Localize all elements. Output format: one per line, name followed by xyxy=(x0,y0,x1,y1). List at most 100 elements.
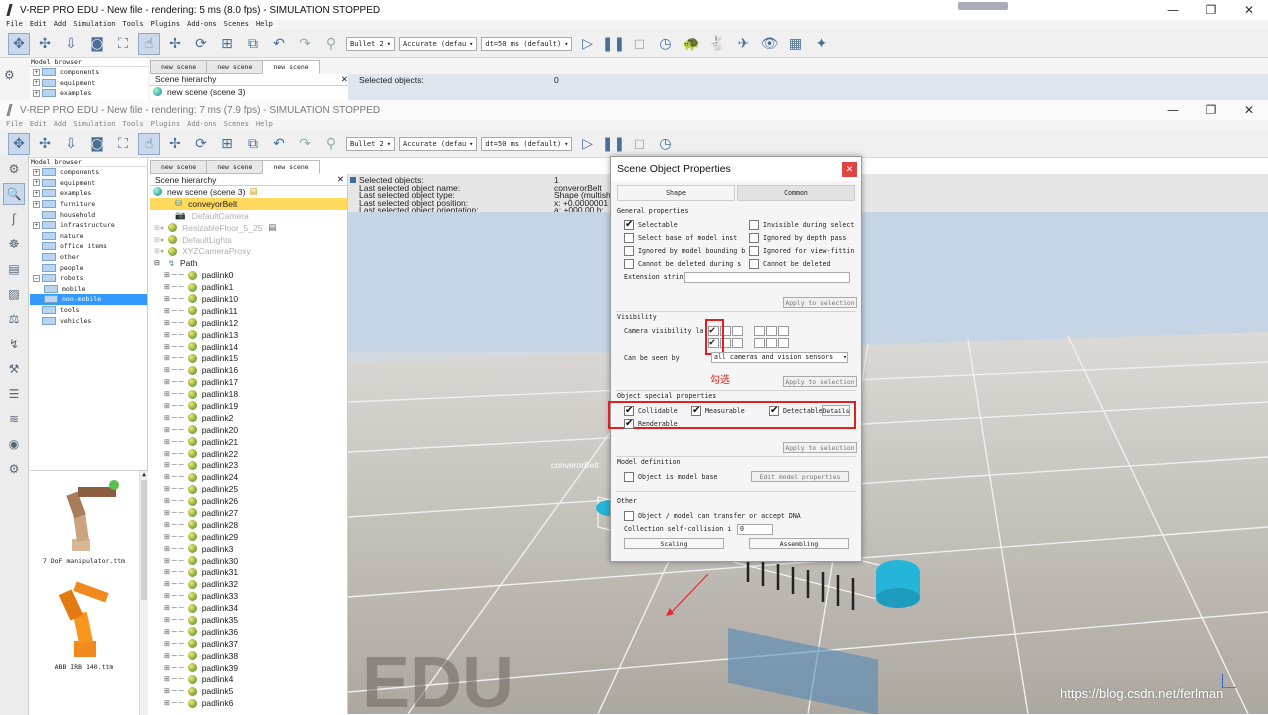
click-select-icon[interactable]: ☝ xyxy=(138,32,160,55)
faster-icon[interactable]: 🐇 xyxy=(706,33,728,55)
hierarchy-padlink[interactable]: ⊞ ─ ─ padlink12 xyxy=(150,317,347,329)
menu-simulation[interactable]: Simulation xyxy=(73,20,115,30)
hierarchy-padlink[interactable]: ⊞ ─ ─ padlink1 xyxy=(150,281,347,293)
hierarchy-padlink[interactable]: ⊞ ─ ─ padlink6 xyxy=(150,697,347,709)
dialog-close-button[interactable]: ✕ xyxy=(842,162,857,177)
visualization-icon[interactable]: 👁 xyxy=(758,33,780,55)
redo-icon[interactable]: ↷ xyxy=(294,133,316,155)
graphs-icon[interactable]: ☰ xyxy=(3,383,25,405)
extension-string-input[interactable] xyxy=(684,272,850,283)
hierarchy-padlink[interactable]: ⊞ ─ ─ padlink5 xyxy=(150,685,347,697)
tree-item[interactable]: + components xyxy=(30,67,148,78)
menu-add[interactable]: Add xyxy=(54,20,67,30)
dynamics-icon[interactable]: ⚲ xyxy=(320,33,342,55)
layer-checkbox[interactable] xyxy=(754,326,765,336)
hierarchy-padlink[interactable]: ⊞ ─ ─ padlink22 xyxy=(150,448,347,460)
assembling-button[interactable]: Assembling xyxy=(749,538,849,549)
selectable-checkbox[interactable]: ✔ Selectable xyxy=(624,220,678,230)
simulation-settings-icon[interactable]: ⚙ xyxy=(3,158,25,180)
layer-checkbox[interactable] xyxy=(778,326,789,336)
hierarchy-padlink[interactable]: ⊞ ─ ─ padlink20 xyxy=(150,424,347,436)
hierarchy-padlink[interactable]: ⊞ ─ ─ padlink29 xyxy=(150,531,347,543)
fit-view-icon[interactable]: ⛶ xyxy=(112,33,134,55)
pause-icon[interactable]: ❚❚ xyxy=(602,133,625,155)
hierarchy-root-top[interactable]: new scene (scene 3) xyxy=(167,87,245,97)
left-icon-top[interactable]: ⚙ xyxy=(4,68,26,90)
dna-checkbox[interactable]: Object / model can transfer or accept DN… xyxy=(624,511,801,521)
tab-scene-1[interactable]: new scene xyxy=(150,160,208,174)
camera-rotate-icon[interactable]: ✣ xyxy=(34,33,56,55)
menu-addons[interactable]: Add-ons xyxy=(187,120,217,130)
menu-simulation[interactable]: Simulation xyxy=(73,120,115,130)
camera-pan-icon[interactable]: ✥ xyxy=(8,132,30,155)
tab-scene-3[interactable]: new scene xyxy=(262,160,320,174)
restore-button[interactable]: ❐ xyxy=(1192,0,1230,20)
accuracy-select[interactable]: Accurate (defau ▾ xyxy=(398,136,478,151)
menu-plugins[interactable]: Plugins xyxy=(151,120,181,130)
hierarchy-padlink[interactable]: ⊞ ─ ─ padlink36 xyxy=(150,626,347,638)
tab-scene-2[interactable]: new scene xyxy=(206,160,264,174)
hierarchy-padlink[interactable]: ⊞ ─ ─ padlink32 xyxy=(150,578,347,590)
hierarchy-padlink[interactable]: ⊞ ─ ─ padlink4 xyxy=(150,674,347,686)
hierarchy-padlink[interactable]: ⊞ ─ ─ padlink38 xyxy=(150,650,347,662)
stop-icon[interactable]: ◻ xyxy=(628,133,650,155)
object-properties-icon[interactable]: ▨ xyxy=(3,283,25,305)
hierarchy-item[interactable]: 📷 DefaultCamera xyxy=(150,210,347,222)
dynamics-settings-icon[interactable]: ◉ xyxy=(3,433,25,455)
tree-item[interactable]: + infrastructure xyxy=(30,220,147,231)
cannot-delete-sim-checkbox[interactable]: Cannot be deleted during s xyxy=(624,259,741,269)
hierarchy-padlink[interactable]: ⊞ ─ ─ padlink18 xyxy=(150,388,347,400)
collections-icon[interactable]: ☸ xyxy=(3,233,25,255)
tree-item[interactable]: people xyxy=(30,262,147,273)
collidable-checkbox[interactable]: ✔ Collidable xyxy=(624,406,678,416)
object-rotate-icon[interactable]: ⟳ xyxy=(190,33,212,55)
camera-angle-icon[interactable]: ◙ xyxy=(86,133,108,155)
details-button[interactable]: Details xyxy=(822,405,850,416)
ignored-view-checkbox[interactable]: Ignored for view-fittin xyxy=(749,246,854,256)
engine-select[interactable]: Bullet 2 ▾ xyxy=(346,136,395,151)
restore-button[interactable]: ❐ xyxy=(1192,100,1230,120)
menu-help[interactable]: Help xyxy=(256,20,273,30)
menu-tools[interactable]: Tools xyxy=(123,120,144,130)
menu-file[interactable]: File xyxy=(6,20,23,30)
menu-plugins[interactable]: Plugins xyxy=(151,20,181,30)
hierarchy-padlink[interactable]: ⊞ ─ ─ padlink27 xyxy=(150,507,347,519)
layer-checkbox[interactable] xyxy=(754,338,765,348)
hierarchy-padlink[interactable]: ⊞ ─ ─ padlink21 xyxy=(150,436,347,448)
search-icon[interactable]: 🔍 xyxy=(3,183,25,205)
hierarchy-padlink[interactable]: ⊞ ─ ─ padlink34 xyxy=(150,602,347,614)
tree-item-selected[interactable]: non-mobile xyxy=(30,294,147,305)
close-icon[interactable]: ✕ xyxy=(337,174,344,185)
hierarchy-padlink[interactable]: ⊞ ─ ─ padlink0 xyxy=(150,269,347,281)
scene-selector-icon[interactable]: ✦ xyxy=(810,33,832,55)
slower-icon[interactable]: 🐢 xyxy=(680,33,702,55)
hierarchy-root[interactable]: new scene (scene 3) xyxy=(167,187,245,197)
menu-scenes[interactable]: Scenes xyxy=(224,120,249,130)
hierarchy-padlink[interactable]: ⊞ ─ ─ padlink33 xyxy=(150,590,347,602)
hierarchy-padlink[interactable]: ⊞ ─ ─ padlink14 xyxy=(150,341,347,353)
dynamics-icon[interactable]: ⚲ xyxy=(320,133,342,155)
tree-item[interactable]: + components xyxy=(30,167,147,178)
dt-select[interactable]: dt=50 ms (default) ▾ xyxy=(481,136,573,151)
hierarchy-padlink[interactable]: ⊞ ─ ─ padlink16 xyxy=(150,364,347,376)
edit-model-button[interactable]: Edit model properties xyxy=(751,471,849,482)
tree-item[interactable]: + examples xyxy=(30,188,147,199)
tree-item[interactable]: other xyxy=(30,252,147,263)
menu-edit[interactable]: Edit xyxy=(30,120,47,130)
object-shift-icon[interactable]: ✢ xyxy=(164,133,186,155)
thumbnail-scrollbar[interactable]: ▲ xyxy=(139,471,148,715)
undo-icon[interactable]: ↶ xyxy=(268,133,290,155)
camera-shift-icon[interactable]: ⇩ xyxy=(60,133,82,155)
close-button[interactable]: ✕ xyxy=(1230,100,1268,120)
layer-checkbox[interactable] xyxy=(732,326,743,336)
tree-item[interactable]: + equipment xyxy=(30,178,147,189)
menu-file[interactable]: File xyxy=(6,120,23,130)
dt-select-top[interactable]: dt=50 ms (default) ▾ xyxy=(481,36,573,51)
click-select-icon[interactable]: ☝ xyxy=(138,132,160,155)
scaling-button[interactable]: Scaling xyxy=(624,538,724,549)
transfer-dna-icon[interactable]: ⧉ xyxy=(242,133,264,155)
menu-add[interactable]: Add xyxy=(54,120,67,130)
hierarchy-item[interactable]: ⊞● XYZCameraProxy xyxy=(150,245,347,257)
tab-scene-2-top[interactable]: new scene xyxy=(206,60,264,74)
tree-item[interactable]: household xyxy=(30,209,147,220)
